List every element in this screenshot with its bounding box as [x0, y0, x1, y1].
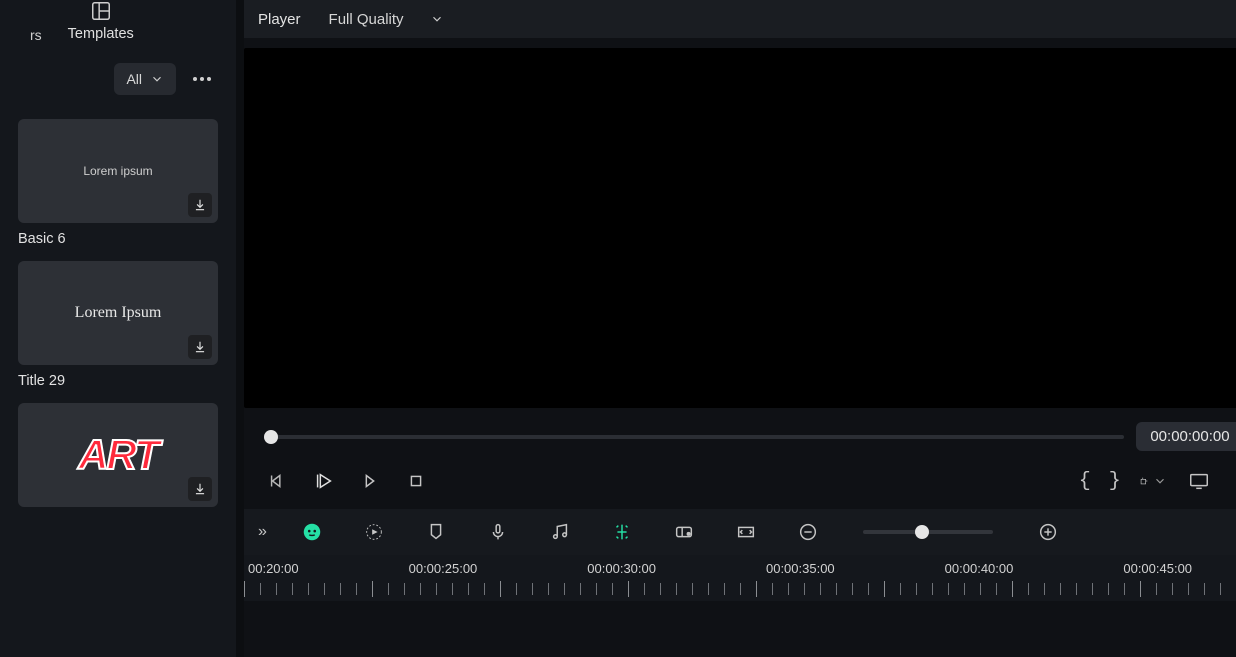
template-label: Basic 6 [18, 231, 218, 247]
video-preview[interactable] [244, 48, 1236, 408]
download-icon [193, 340, 207, 354]
display-button[interactable] [1185, 467, 1213, 495]
keyframe-tool-button[interactable] [361, 519, 387, 545]
timeline-ruler[interactable]: 00:20:00 00:00:25:00 00:00:30:00 00:00:3… [244, 555, 1236, 601]
timeline-toolbar: » [244, 509, 1236, 555]
expand-right-button[interactable]: » [258, 523, 263, 541]
templates-icon [90, 0, 112, 22]
download-button[interactable] [188, 477, 212, 501]
quality-dropdown[interactable]: Full Quality [319, 7, 454, 32]
mark-out-button[interactable]: } [1109, 470, 1121, 493]
mark-in-button[interactable]: { [1079, 470, 1091, 493]
prev-frame-button[interactable] [264, 467, 292, 495]
ruler-tick: 00:00:25:00 [409, 561, 478, 576]
voiceover-tool-button[interactable] [485, 519, 511, 545]
play-button[interactable] [310, 467, 338, 495]
camera-button[interactable] [1231, 467, 1236, 495]
ruler-tick: 00:20:00 [248, 561, 299, 576]
stop-button[interactable] [402, 467, 430, 495]
download-button[interactable] [188, 193, 212, 217]
next-frame-button[interactable] [356, 467, 384, 495]
template-card[interactable]: ART [18, 403, 218, 507]
player-label: Player [258, 11, 301, 28]
player-bar: Player Full Quality [244, 0, 1236, 38]
scrub-head[interactable] [264, 430, 278, 444]
ruler-tick: 00:00:35:00 [766, 561, 835, 576]
more-icon [193, 77, 211, 81]
sidebar-tab-templates[interactable]: Templates [68, 0, 134, 42]
sidebar-tab-partial[interactable]: rs [30, 27, 42, 55]
zoom-out-button[interactable] [795, 519, 821, 545]
templates-list[interactable]: Lorem ipsum Basic 6 Lorem Ipsum Title 29 [0, 103, 236, 657]
render-tool-button[interactable] [609, 519, 635, 545]
crop-dropdown[interactable] [1139, 467, 1167, 495]
template-card[interactable]: Lorem Ipsum Title 29 [18, 261, 218, 389]
scrub-bar[interactable]: 00:00:00:00 / 00:00:13:07 [264, 422, 1236, 451]
zoom-in-button[interactable] [1035, 519, 1061, 545]
playback-controls: { } [244, 461, 1236, 509]
more-options-button[interactable] [186, 63, 218, 95]
zoom-slider[interactable] [863, 530, 993, 534]
chevron-down-icon [430, 12, 444, 26]
templates-sidebar: rs Templates All Lorem ipsum [0, 0, 236, 657]
filter-dropdown[interactable]: All [114, 63, 176, 95]
audio-tool-button[interactable] [547, 519, 573, 545]
marker-tool-button[interactable] [423, 519, 449, 545]
ruler-tick: 00:00:40:00 [945, 561, 1014, 576]
fit-tool-button[interactable] [733, 519, 759, 545]
scrub-track[interactable] [264, 435, 1124, 439]
download-icon [193, 198, 207, 212]
chevron-down-icon [1153, 474, 1167, 488]
download-button[interactable] [188, 335, 212, 359]
ruler-tick: 00:00:30:00 [587, 561, 656, 576]
template-label: Title 29 [18, 373, 218, 389]
download-icon [193, 482, 207, 496]
wrap-tool-button[interactable] [671, 519, 697, 545]
zoom-knob[interactable] [915, 525, 929, 539]
chevron-down-icon [150, 72, 164, 86]
current-time: 00:00:00:00 [1136, 422, 1236, 451]
template-card[interactable]: Lorem ipsum Basic 6 [18, 119, 218, 247]
ai-tool-button[interactable] [299, 519, 325, 545]
ruler-tick: 00:00:45:00 [1123, 561, 1192, 576]
